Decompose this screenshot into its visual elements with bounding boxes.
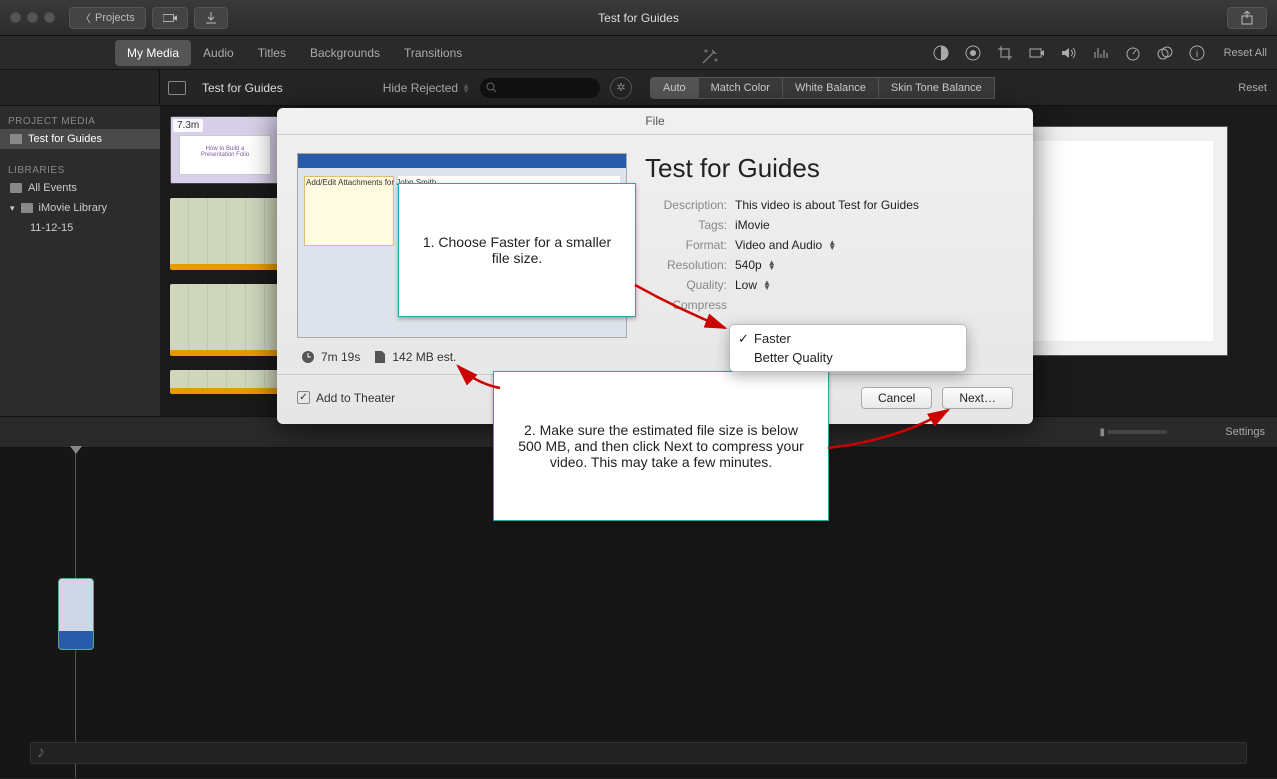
compress-label: Compress [645,298,727,312]
sidebar-header-project: PROJECT MEDIA [0,110,160,129]
tab-backgrounds[interactable]: Backgrounds [298,40,392,66]
noise-reduction-icon[interactable] [1092,44,1110,62]
grid-icon [21,203,33,213]
minimize-dot[interactable] [27,12,38,23]
download-button[interactable] [194,7,228,29]
export-size-estimate: 142 MB est. [392,350,456,364]
event-name: Test for Guides [202,81,283,95]
color-balance-icon[interactable] [932,44,950,62]
media-clip[interactable] [170,284,280,356]
add-to-theater-label: Add to Theater [316,391,395,405]
tabs-row: My Media Audio Titles Backgrounds Transi… [0,36,1277,70]
sidebar: PROJECT MEDIA Test for Guides LIBRARIES … [0,106,160,416]
resolution-select[interactable]: 540p▲▼ [735,258,776,272]
titlebar: 〈Projects Test for Guides [0,0,1277,36]
timeline-clip-audio [59,631,93,649]
seg-match-color[interactable]: Match Color [699,77,783,99]
media-clip[interactable]: 7.3m How to Build aPresentation Folio [170,116,280,184]
export-duration: 7m 19s [321,350,360,364]
tab-my-media[interactable]: My Media [115,40,191,66]
sidebar-library[interactable]: ▾iMovie Library [0,198,160,218]
timeline-settings-button[interactable]: Settings [1225,426,1265,438]
import-button[interactable] [152,7,188,29]
next-button[interactable]: Next… [942,387,1013,409]
clip-duration-badge: 7.3m [173,119,203,132]
zoom-dot[interactable] [44,12,55,23]
share-button[interactable] [1227,7,1267,29]
window-title: Test for Guides [598,11,679,25]
tab-titles[interactable]: Titles [246,40,298,66]
tab-audio[interactable]: Audio [191,40,246,66]
sidebar-event-date[interactable]: 11-12-15 [0,218,160,238]
format-label: Format: [645,238,727,252]
sidebar-toggle-icon[interactable] [168,81,186,95]
sidebar-header-libraries: LIBRARIES [0,159,160,178]
compress-menu: Faster Better Quality [729,324,967,372]
close-dot[interactable] [10,12,21,23]
media-clip[interactable] [170,370,280,394]
clapper-icon [10,134,22,144]
crop-icon[interactable] [996,44,1014,62]
menu-item-faster[interactable]: Faster [730,329,966,348]
window-controls [10,12,55,23]
sidebar-project-item[interactable]: Test for Guides [0,129,160,149]
description-label: Description: [645,198,727,212]
search-input[interactable] [480,78,600,98]
color-correction-icon[interactable] [964,44,982,62]
callout-1: 1. Choose Faster for a smaller file size… [398,183,636,317]
svg-text:i: i [1195,49,1197,60]
music-icon: ♪ [37,744,45,762]
clip-filter-icon[interactable] [1156,44,1174,62]
hide-rejected-select[interactable]: Hide Rejected ▲▼ [383,81,470,95]
clip-settings-icon[interactable]: ✲ [610,77,632,99]
callout-2: 2. Make sure the estimated file size is … [493,371,829,521]
seg-skin-tone[interactable]: Skin Tone Balance [879,77,995,99]
cancel-button[interactable]: Cancel [861,387,932,409]
sub-toolbar: Test for Guides Hide Rejected ▲▼ ✲ Auto … [0,70,1277,106]
info-icon[interactable]: i [1188,44,1206,62]
enhance-icon[interactable] [700,46,720,66]
reset-all-button[interactable]: Reset All [1224,47,1267,59]
zoom-slider[interactable]: ▮ [1099,427,1167,438]
media-clip[interactable] [170,198,280,270]
add-to-theater-checkbox[interactable]: ✓ [297,391,310,404]
reset-button[interactable]: Reset [1238,82,1267,94]
speed-icon[interactable] [1124,44,1142,62]
quality-select[interactable]: Low▲▼ [735,278,771,292]
format-select[interactable]: Video and Audio▲▼ [735,238,836,252]
seg-auto[interactable]: Auto [650,77,699,99]
file-icon [374,350,386,364]
export-title: Test for Guides [645,153,1013,184]
tab-transitions[interactable]: Transitions [392,40,474,66]
quality-label: Quality: [645,278,727,292]
star-icon [10,183,22,193]
dialog-title: File [277,108,1033,135]
tags-label: Tags: [645,218,727,232]
seg-white-balance[interactable]: White Balance [783,77,879,99]
volume-icon[interactable] [1060,44,1078,62]
menu-item-better-quality[interactable]: Better Quality [730,348,966,367]
audio-track[interactable]: ♪ [30,742,1247,764]
stabilization-icon[interactable] [1028,44,1046,62]
sidebar-all-events[interactable]: All Events [0,178,160,198]
description-field[interactable]: This video is about Test for Guides [735,198,919,212]
tags-field[interactable]: iMovie [735,218,770,232]
clock-icon [301,350,315,364]
projects-button[interactable]: 〈Projects [69,7,146,29]
timeline-clip[interactable] [58,578,94,650]
resolution-label: Resolution: [645,258,727,272]
